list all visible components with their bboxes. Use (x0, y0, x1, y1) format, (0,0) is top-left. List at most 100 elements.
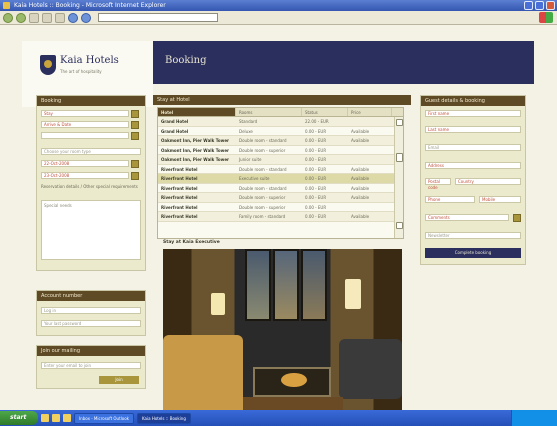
table-cell: Riverfront Hotel (161, 204, 198, 210)
forward-icon[interactable] (16, 12, 26, 23)
table-cell: Family room - standard (239, 214, 286, 219)
floor (243, 397, 343, 410)
table-row[interactable]: Oakmont Inn, Pier Walk Tower Double room … (158, 136, 403, 146)
grid-title: Stay at Hotel (153, 95, 411, 105)
address-bar[interactable] (98, 13, 218, 22)
refresh-icon[interactable] (42, 12, 52, 23)
taskbar-item-outlook[interactable]: Inbox - Microsoft Outlook (74, 412, 134, 424)
favorites-icon[interactable] (81, 12, 91, 23)
scroll-down-icon[interactable] (396, 222, 403, 229)
first-name-field[interactable]: First name (425, 110, 521, 117)
stop-icon[interactable] (29, 12, 39, 23)
home-icon[interactable] (55, 12, 65, 23)
stay-field[interactable]: Stay (41, 110, 129, 117)
table-cell: Double room - standard (239, 138, 287, 143)
notes-textarea[interactable]: Special needs (41, 200, 141, 260)
table-cell: Standard (239, 119, 258, 124)
blank-field[interactable] (41, 132, 129, 139)
page: Kaia Hotels The art of hospitality Booki… (0, 25, 557, 410)
start-button[interactable]: start (0, 411, 38, 425)
arrive-picker-icon[interactable] (131, 121, 139, 129)
table-cell: Oakmont Inn, Pier Walk Tower (161, 157, 230, 162)
address-field[interactable]: Address (425, 162, 521, 169)
photo-caption: Stay at Kaia Executive (163, 240, 220, 245)
table-cell: Available (351, 195, 370, 200)
table-cell: Double room - superior (239, 147, 286, 153)
checkout-date-field[interactable]: 23-Oct-2008 (41, 172, 129, 179)
table-cell: Oakmont Inn, Pier Walk Tower (161, 138, 230, 143)
table-cell (348, 155, 392, 164)
booking-panel: Booking Stay Arrive & Date Choose your r… (36, 95, 146, 271)
comments-picker-icon[interactable] (513, 214, 521, 222)
dropdown-icon[interactable] (131, 132, 139, 140)
arrive-date-field[interactable]: Arrive & Date (41, 121, 129, 128)
room-type-field[interactable]: Choose your room type (41, 148, 141, 155)
table-row[interactable]: Riverfront Hotel Double room - superior 0.… (158, 193, 403, 203)
table-cell: 0.00 - EUR (305, 147, 327, 153)
table-cell: Double room - standard (239, 166, 287, 172)
mobile-field[interactable]: Mobile (479, 196, 521, 203)
newsletter-email-field[interactable]: Enter your email to join (41, 362, 141, 369)
notes-label: Reservation details / Other special requ… (41, 184, 138, 189)
table-cell: 0.00 - EUR (305, 195, 327, 200)
checkout-calendar-icon[interactable] (131, 172, 139, 180)
table-cell: Riverfront Hotel (161, 185, 198, 191)
col-rooms[interactable]: Rooms (236, 108, 302, 116)
phone-field[interactable]: Phone (425, 196, 475, 203)
table-row[interactable]: Grand Hotel Deluxe 0.00 - EUR Available (158, 127, 403, 136)
col-price[interactable]: Price (348, 108, 392, 116)
scroll-thumb[interactable] (396, 153, 403, 162)
password-field[interactable]: Your last password (41, 320, 141, 327)
quicklaunch-media-icon[interactable] (63, 414, 71, 422)
last-name-field[interactable]: Last name (425, 126, 521, 133)
stay-picker-icon[interactable] (131, 110, 139, 118)
grid-header: Hotel Rooms Status Price (158, 108, 403, 117)
close-icon[interactable] (546, 1, 555, 10)
table-row[interactable]: Riverfront Hotel Executive suite 0.00 - EU… (158, 174, 403, 184)
login-field[interactable]: Log in (41, 307, 141, 314)
country-field[interactable]: Country (455, 178, 521, 185)
results-grid: Hotel Rooms Status Price Grand Hotel Stan… (157, 107, 404, 239)
window-titlebar: Kaia Hotels :: Booking - Microsoft Inter… (0, 0, 557, 11)
table-row[interactable]: Riverfront Hotel Double room - standard 0.… (158, 165, 403, 174)
table-row[interactable]: Oakmont Inn, Pier Walk Tower Double room … (158, 146, 403, 155)
table-row[interactable]: Riverfront Hotel Double room - standard 0.… (158, 184, 403, 193)
complete-booking-button[interactable]: Complete booking (425, 248, 521, 258)
comments-field[interactable]: Comments (425, 214, 509, 221)
window-pane (273, 249, 299, 321)
postal-code-field[interactable]: Postal code (425, 178, 451, 190)
table-cell: 0.00 - EUR (305, 166, 327, 172)
table-cell: 0.00 - EUR (305, 157, 327, 162)
back-icon[interactable] (3, 12, 13, 23)
newsletter-panel: Join our mailing Enter your email to joi… (36, 345, 146, 389)
search-icon[interactable] (68, 12, 78, 23)
scroll-up-icon[interactable] (396, 119, 403, 126)
grid-rows: Grand Hotel Standard 22.00 - EUR Grand Hote… (158, 117, 403, 222)
col-hotel[interactable]: Hotel (158, 108, 236, 116)
email-field[interactable]: Email (425, 144, 521, 151)
maximize-icon[interactable] (535, 1, 544, 10)
booking-panel-title: Booking (37, 96, 145, 106)
minimize-icon[interactable] (524, 1, 533, 10)
table-row[interactable]: Riverfront Hotel Double room - superior 0.… (158, 203, 403, 212)
table-row[interactable]: Riverfront Hotel Family room - standard 0.… (158, 212, 403, 222)
join-button[interactable]: Join (99, 376, 139, 384)
table-row[interactable]: Grand Hotel Standard 22.00 - EUR (158, 117, 403, 127)
table-cell: Oakmont Inn, Pier Walk Tower (161, 147, 230, 153)
quicklaunch-desktop-icon[interactable] (52, 414, 60, 422)
window-pane (245, 249, 271, 321)
table-cell: Grand Hotel (161, 128, 189, 134)
col-status[interactable]: Status (302, 108, 348, 116)
checkin-date-field[interactable]: 22-Oct-2008 (41, 160, 129, 167)
quicklaunch-ie-icon[interactable] (41, 414, 49, 422)
window-pane (301, 249, 327, 321)
newsletter-field[interactable]: Newsletter (425, 232, 521, 239)
checkin-calendar-icon[interactable] (131, 160, 139, 168)
ie-icon (3, 2, 10, 9)
hotel-room-photo (163, 249, 402, 410)
table-cell: Double room - superior (239, 195, 286, 200)
logo-name[interactable]: Kaia Hotels (60, 55, 119, 66)
grid-scrollbar[interactable] (394, 117, 403, 238)
table-row[interactable]: Oakmont Inn, Pier Walk Tower Junior suite… (158, 155, 403, 165)
taskbar-item-booking[interactable]: Kaia Hotels :: Booking (136, 412, 191, 424)
